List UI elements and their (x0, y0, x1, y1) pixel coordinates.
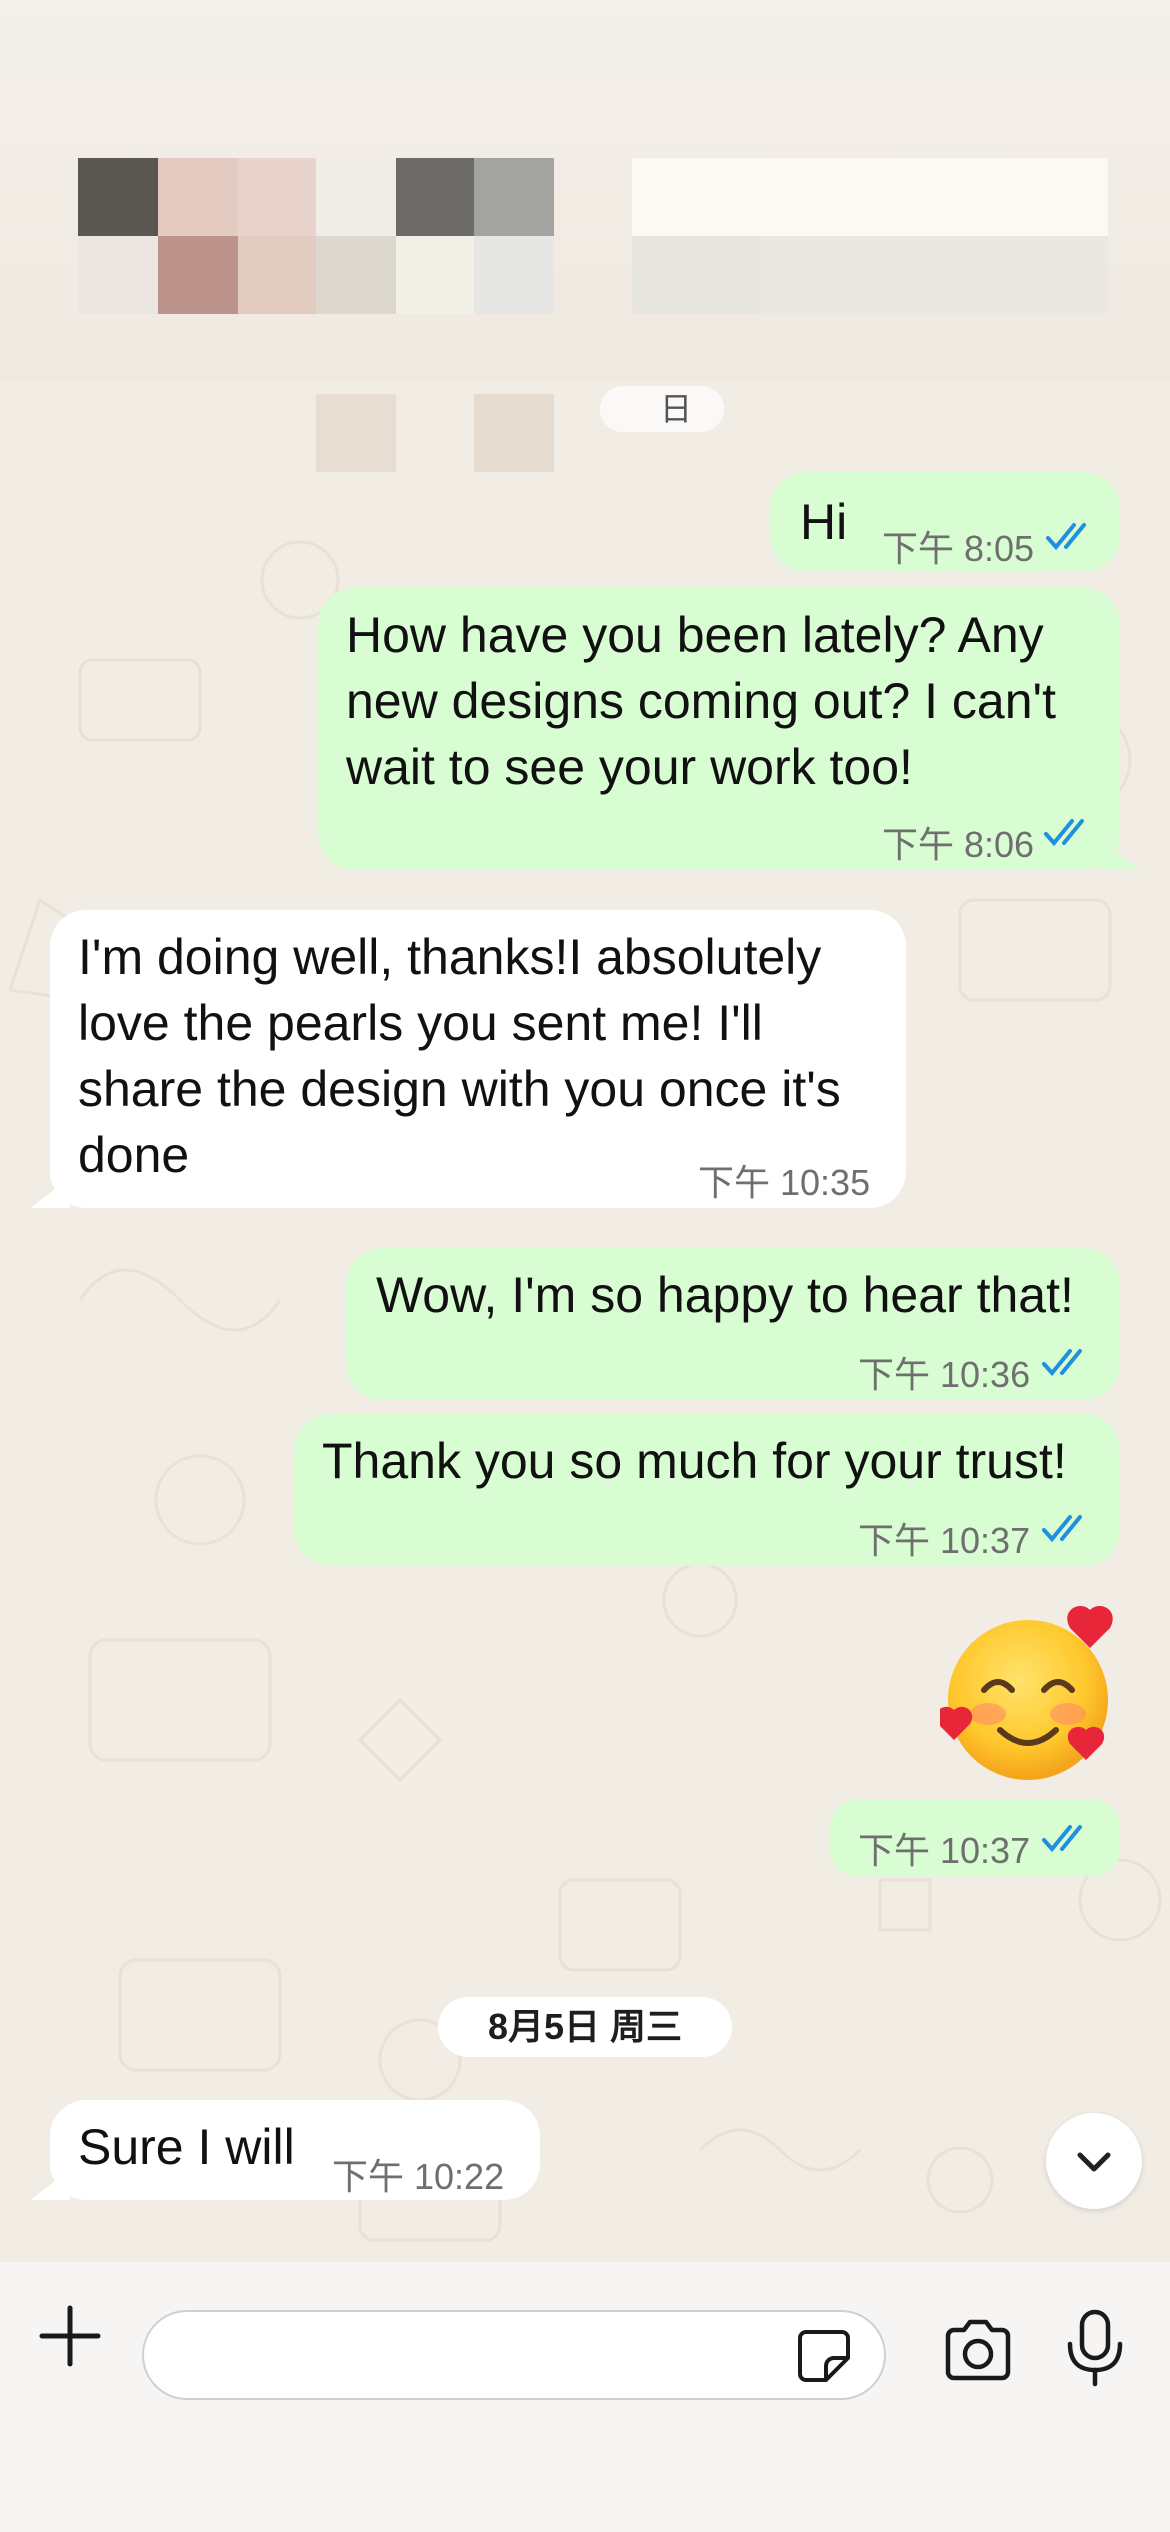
pixel-block (78, 236, 158, 314)
outgoing-message[interactable]: Wow, I'm so happy to hear that! 下午 10:36 (346, 1248, 1120, 1400)
message-text: Wow, I'm so happy to hear that! (376, 1267, 1074, 1323)
message-input[interactable] (142, 2310, 886, 2400)
message-text-line: done (78, 1127, 190, 1183)
pixel-block (158, 158, 238, 236)
date-separator-fragment: 日 (660, 391, 693, 427)
microphone-icon[interactable] (1062, 2308, 1128, 2388)
message-time: 下午 10:36 (858, 1354, 1031, 1395)
pixel-block (474, 158, 554, 236)
bubble-tail (30, 2170, 70, 2200)
outgoing-message[interactable]: Hi 下午 8:05 (770, 472, 1120, 572)
scroll-to-bottom-button[interactable] (1046, 2113, 1142, 2209)
read-receipt-icon (1042, 1349, 1082, 1377)
message-text-line: wait to see your work too! (346, 739, 913, 795)
message-time: 下午 10:22 (332, 2156, 505, 2197)
pixel-block (158, 236, 238, 314)
message-time: 下午 8:05 (882, 528, 1035, 569)
sticker-icon[interactable] (794, 2326, 854, 2386)
read-receipt-icon (1042, 1825, 1082, 1853)
message-text-line: How have you been lately? Any (346, 607, 1044, 663)
message-text-line: new designs coming out? I can't (346, 673, 1056, 729)
chevron-down-icon (1077, 2152, 1111, 2172)
message-text: Thank you so much for your trust! (322, 1433, 1067, 1489)
emoji-timestamp-bubble[interactable]: 下午 10:37 (830, 1800, 1120, 1876)
pixel-block (396, 158, 474, 236)
read-receipt-icon (1046, 523, 1086, 551)
bubble-tail (1100, 840, 1140, 870)
message-text: Sure I will (78, 2119, 295, 2175)
read-receipt-icon (1044, 819, 1084, 847)
pixel-block (474, 236, 554, 314)
plus-icon[interactable] (32, 2298, 108, 2374)
incoming-message[interactable]: Sure I will 下午 10:22 (50, 2100, 540, 2200)
bubble-tail (30, 1178, 70, 1208)
pixel-block (316, 394, 396, 472)
message-time: 下午 10:35 (698, 1162, 871, 1203)
chat-header-redacted[interactable] (0, 0, 1170, 472)
date-separator: 8月5日 周三 (438, 1997, 732, 2057)
message-text: Hi (800, 494, 848, 550)
pixel-block (632, 158, 1108, 236)
outgoing-message[interactable]: How have you been lately? Any new design… (318, 588, 1120, 870)
pixel-block (760, 236, 1108, 314)
pixel-block (238, 158, 316, 236)
camera-icon[interactable] (940, 2314, 1016, 2390)
message-input-bar (0, 2262, 1170, 2532)
outgoing-message[interactable]: Thank you so much for your trust! 下午 10:… (294, 1414, 1120, 1566)
smiling-face-with-hearts-emoji[interactable] (940, 1606, 1120, 1786)
pixel-block (632, 236, 760, 314)
read-receipt-icon (1042, 1515, 1082, 1543)
pixel-block (396, 236, 474, 314)
pixel-block (238, 236, 316, 314)
pixel-block (78, 158, 158, 236)
message-time: 下午 10:37 (858, 1520, 1031, 1561)
message-time: 下午 8:06 (882, 824, 1035, 865)
pixel-block (316, 236, 396, 314)
incoming-message[interactable]: I'm doing well, thanks!I absolutely love… (50, 910, 906, 1208)
pixel-block (474, 394, 554, 472)
message-time: 下午 10:37 (858, 1830, 1031, 1871)
message-text-line: share the design with you once it's (78, 1061, 841, 1117)
message-text-line: I'm doing well, thanks!I absolutely (78, 929, 822, 985)
pixel-block (316, 158, 396, 236)
message-text-line: love the pearls you sent me! I'll (78, 995, 763, 1051)
